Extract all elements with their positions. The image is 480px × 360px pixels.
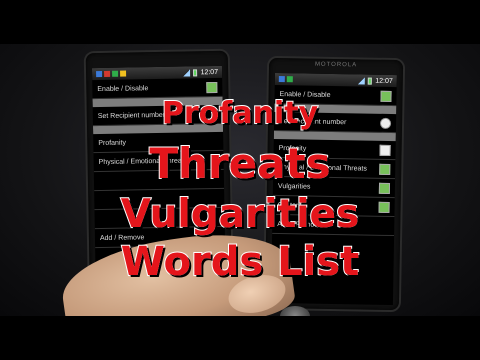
profanity-checkbox[interactable] (379, 144, 391, 156)
setting-threats[interactable]: Physical / Emotional Threats (273, 157, 396, 180)
setting-label: Set Recipient number (279, 117, 347, 126)
setting-label: Physical / Emotional Threats (98, 157, 188, 166)
setting-label: Add / Remove (277, 220, 322, 229)
status-time: 12:07 (375, 77, 393, 85)
battery-icon (193, 68, 198, 76)
signal-icon (183, 68, 191, 77)
enable-checkbox[interactable] (380, 90, 392, 102)
setting-blank (94, 188, 225, 211)
setting-label: Vulgarities (277, 182, 311, 191)
setting-profanity[interactable]: Profanity (273, 138, 396, 161)
setting-label: Profanity (98, 139, 126, 147)
enable-checkbox[interactable] (206, 81, 218, 93)
setting-label: Enable / Disable (97, 84, 149, 93)
notification-icon (104, 70, 111, 77)
battery-icon (368, 77, 373, 85)
brand-logo: MOTOROLA (314, 61, 358, 69)
setting-enable-disable[interactable]: Enable / Disable (92, 77, 223, 100)
notification-icon (278, 76, 285, 83)
recipient-radio[interactable] (379, 117, 392, 129)
setting-label: Add / Remove (99, 233, 145, 242)
setting-label: Custom (277, 201, 302, 209)
setting-recipient-number[interactable]: Set Recipient number (92, 104, 223, 127)
setting-blank (93, 169, 225, 192)
status-time: 12:07 (200, 68, 219, 76)
setting-blank (94, 207, 225, 230)
setting-threats[interactable]: Physical / Emotional Threats (93, 150, 224, 173)
threats-checkbox[interactable] (379, 163, 391, 175)
signal-icon (358, 76, 366, 85)
notification-icons (278, 76, 293, 83)
notification-icon (96, 70, 103, 78)
setting-enable-disable[interactable]: Enable / Disable (274, 84, 397, 107)
notification-icon (120, 70, 127, 77)
setting-add-remove[interactable]: Add / Remove (272, 214, 395, 237)
setting-label: Physical / Emotional Threats (278, 163, 367, 173)
setting-recipient-number[interactable]: Set Recipient number (273, 111, 397, 134)
setting-profanity[interactable]: Profanity (93, 131, 224, 154)
setting-label: Set Recipient number (97, 111, 166, 120)
setting-label: Enable / Disable (279, 90, 331, 99)
video-frame: 12:07 Enable / Disable Set Recipient num… (0, 44, 480, 316)
notification-icons (96, 70, 127, 78)
setting-label: Profanity (278, 144, 307, 153)
notification-icon (286, 76, 293, 83)
vulgarities-checkbox[interactable] (378, 182, 391, 194)
notification-icon (112, 70, 119, 77)
setting-vulgarities[interactable]: Vulgarities (272, 176, 396, 199)
custom-checkbox[interactable] (378, 201, 390, 213)
setting-custom[interactable]: Custom (272, 195, 395, 218)
